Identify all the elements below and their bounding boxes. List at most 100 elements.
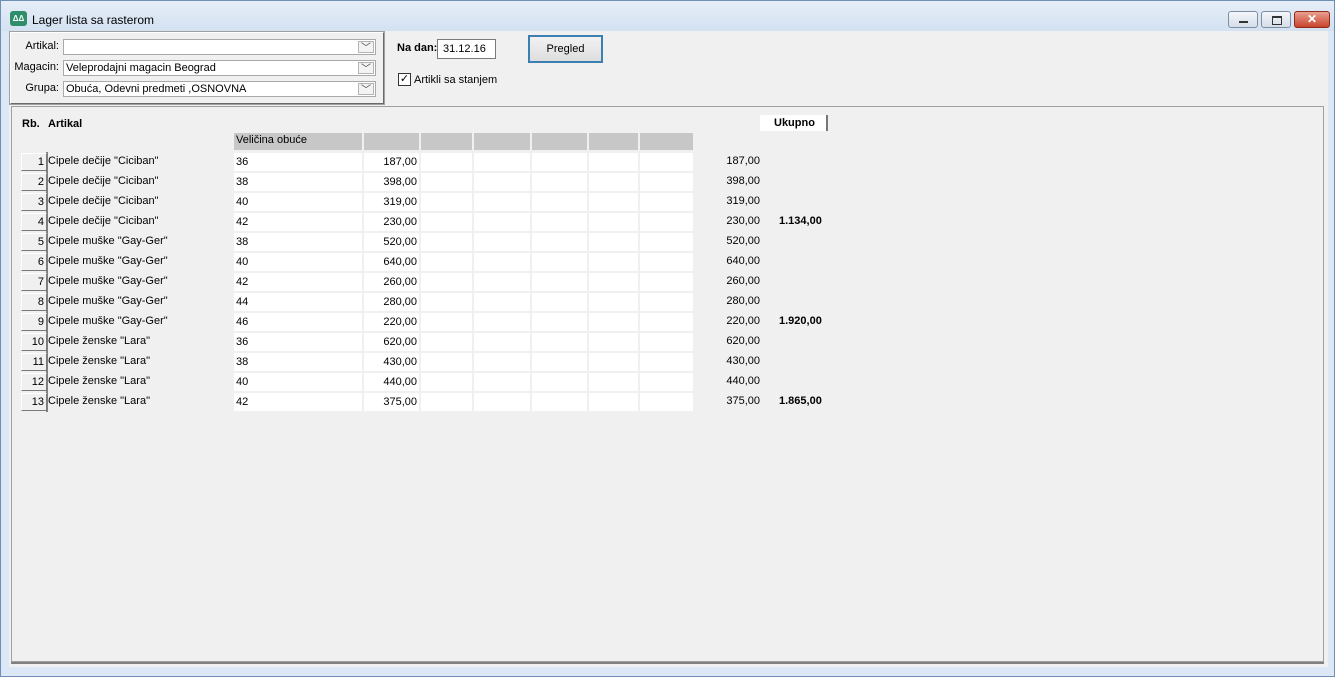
row-empty-cell[interactable] <box>532 173 587 191</box>
row-empty-cell[interactable] <box>589 373 638 391</box>
row-number[interactable]: 10 <box>21 333 47 351</box>
row-empty-cell[interactable] <box>532 193 587 211</box>
table-row[interactable]: 7 Cipele muške "Gay-Ger" 42 260,00 260,00 <box>12 272 812 292</box>
row-empty-cell[interactable] <box>532 273 587 291</box>
row-size[interactable]: 46 <box>234 313 362 331</box>
row-empty-cell[interactable] <box>532 313 587 331</box>
minimize-button[interactable] <box>1228 11 1258 28</box>
row-number[interactable]: 7 <box>21 273 47 291</box>
pregled-button[interactable]: Pregled <box>528 35 603 63</box>
row-size[interactable]: 36 <box>234 153 362 171</box>
magacin-dropdown-button[interactable]: ﹀ <box>358 62 374 75</box>
row-size[interactable]: 40 <box>234 373 362 391</box>
row-empty-cell[interactable] <box>474 193 530 211</box>
row-qty[interactable]: 280,00 <box>364 293 419 311</box>
table-row[interactable]: 8 Cipele muške "Gay-Ger" 44 280,00 280,00 <box>12 292 812 312</box>
row-empty-cell[interactable] <box>589 393 638 411</box>
row-empty-cell[interactable] <box>474 213 530 231</box>
table-row[interactable]: 12 Cipele ženske "Lara" 40 440,00 440,00 <box>12 372 812 392</box>
row-number[interactable]: 6 <box>21 253 47 271</box>
table-row[interactable]: 5 Cipele muške "Gay-Ger" 38 520,00 520,00 <box>12 232 812 252</box>
row-empty-cell[interactable] <box>589 193 638 211</box>
row-empty-cell[interactable] <box>532 393 587 411</box>
table-row[interactable]: 3 Cipele dečije "Ciciban" 40 319,00 319,00 <box>12 192 812 212</box>
row-qty[interactable]: 440,00 <box>364 373 419 391</box>
row-empty-cell[interactable] <box>421 273 472 291</box>
artikal-dropdown-button[interactable]: ﹀ <box>358 41 374 54</box>
table-row[interactable]: 11 Cipele ženske "Lara" 38 430,00 430,00 <box>12 352 812 372</box>
row-empty-cell[interactable] <box>532 353 587 371</box>
row-qty[interactable]: 520,00 <box>364 233 419 251</box>
row-size[interactable]: 40 <box>234 253 362 271</box>
row-number[interactable]: 12 <box>21 373 47 391</box>
table-row[interactable]: 9 Cipele muške "Gay-Ger" 46 220,00 220,00 1.9… <box>12 312 822 332</box>
row-size[interactable]: 40 <box>234 193 362 211</box>
row-number[interactable]: 11 <box>21 353 47 371</box>
row-empty-cell[interactable] <box>474 373 530 391</box>
title-bar[interactable]: ΔΔ Lager lista sa rasterom ✕ <box>1 1 1334 31</box>
row-empty-cell[interactable] <box>474 333 530 351</box>
row-empty-cell[interactable] <box>474 173 530 191</box>
close-button[interactable]: ✕ <box>1294 11 1330 28</box>
row-number[interactable]: 4 <box>21 213 47 231</box>
row-empty-cell[interactable] <box>421 173 472 191</box>
row-empty-cell[interactable] <box>421 393 472 411</box>
table-row[interactable]: 2 Cipele dečije "Ciciban" 38 398,00 398,00 <box>12 172 812 192</box>
row-empty-cell[interactable] <box>474 393 530 411</box>
date-input[interactable]: 31.12.16 <box>437 39 496 59</box>
row-empty-cell[interactable] <box>421 313 472 331</box>
artikal-combo[interactable]: ﹀ <box>63 39 376 55</box>
table-row[interactable]: 4 Cipele dečije "Ciciban" 42 230,00 230,00 1.… <box>12 212 822 232</box>
row-qty[interactable]: 375,00 <box>364 393 419 411</box>
row-empty-cell[interactable] <box>589 173 638 191</box>
row-empty-cell[interactable] <box>421 153 472 171</box>
row-empty-cell[interactable] <box>474 233 530 251</box>
row-empty-cell[interactable] <box>474 253 530 271</box>
row-size[interactable]: 36 <box>234 333 362 351</box>
row-size[interactable]: 42 <box>234 273 362 291</box>
row-qty[interactable]: 430,00 <box>364 353 419 371</box>
row-empty-cell[interactable] <box>532 153 587 171</box>
row-qty[interactable]: 640,00 <box>364 253 419 271</box>
row-empty-cell[interactable] <box>532 293 587 311</box>
row-empty-cell[interactable] <box>589 233 638 251</box>
grupa-dropdown-button[interactable]: ﹀ <box>358 83 374 96</box>
row-empty-cell[interactable] <box>421 213 472 231</box>
row-empty-cell[interactable] <box>474 273 530 291</box>
row-empty-cell[interactable] <box>589 253 638 271</box>
row-number[interactable]: 1 <box>21 153 47 171</box>
grupa-combo[interactable]: Obuća, Odevni predmeti ,OSNOVNA ﹀ <box>63 81 376 97</box>
row-qty[interactable]: 260,00 <box>364 273 419 291</box>
maximize-button[interactable] <box>1261 11 1291 28</box>
row-empty-cell[interactable] <box>421 253 472 271</box>
row-qty[interactable]: 230,00 <box>364 213 419 231</box>
row-empty-cell[interactable] <box>421 233 472 251</box>
row-number[interactable]: 8 <box>21 293 47 311</box>
row-empty-cell[interactable] <box>474 353 530 371</box>
row-size[interactable]: 38 <box>234 173 362 191</box>
row-size[interactable]: 42 <box>234 393 362 411</box>
row-empty-cell[interactable] <box>532 373 587 391</box>
row-qty[interactable]: 220,00 <box>364 313 419 331</box>
row-empty-cell[interactable] <box>589 213 638 231</box>
row-empty-cell[interactable] <box>474 313 530 331</box>
magacin-combo[interactable]: Veleprodajni magacin Beograd ﹀ <box>63 60 376 76</box>
row-number[interactable]: 3 <box>21 193 47 211</box>
row-empty-cell[interactable] <box>532 213 587 231</box>
row-number[interactable]: 5 <box>21 233 47 251</box>
row-empty-cell[interactable] <box>474 153 530 171</box>
row-empty-cell[interactable] <box>421 353 472 371</box>
row-qty[interactable]: 319,00 <box>364 193 419 211</box>
row-empty-cell[interactable] <box>421 333 472 351</box>
row-number[interactable]: 2 <box>21 173 47 191</box>
row-empty-cell[interactable] <box>589 153 638 171</box>
row-empty-cell[interactable] <box>421 193 472 211</box>
row-qty[interactable]: 187,00 <box>364 153 419 171</box>
row-empty-cell[interactable] <box>532 333 587 351</box>
table-row[interactable]: 10 Cipele ženske "Lara" 36 620,00 620,00 <box>12 332 812 352</box>
row-empty-cell[interactable] <box>421 373 472 391</box>
row-size[interactable]: 38 <box>234 233 362 251</box>
row-empty-cell[interactable] <box>589 353 638 371</box>
row-empty-cell[interactable] <box>474 293 530 311</box>
row-empty-cell[interactable] <box>589 333 638 351</box>
